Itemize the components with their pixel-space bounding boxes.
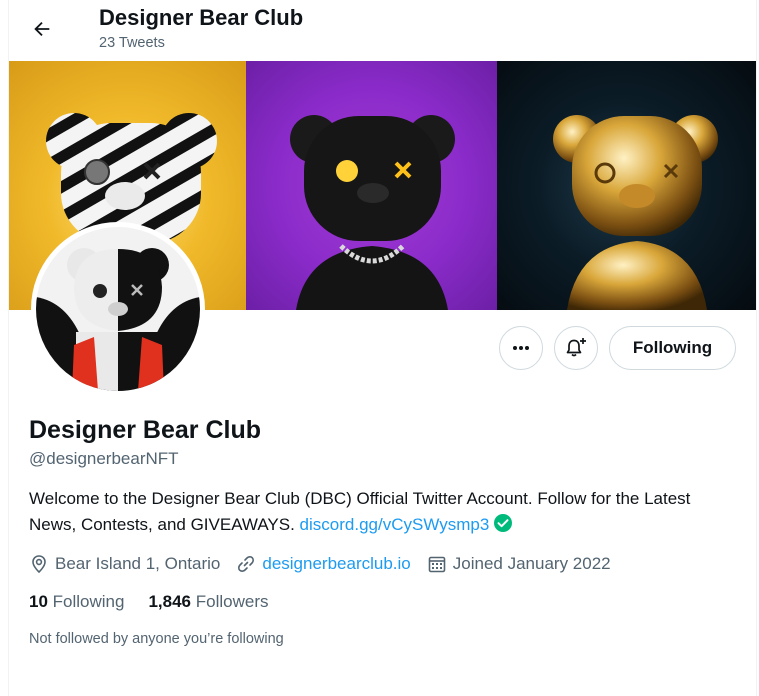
- tweet-count: 23 Tweets: [99, 35, 165, 51]
- bell-plus-icon: [566, 338, 586, 357]
- banner-panel-gold-bear: [497, 61, 756, 310]
- profile-website: designerbearclub.io: [236, 554, 411, 574]
- followers-stat-link[interactable]: 1,846 Followers: [148, 592, 268, 612]
- joined-text: Joined January 2022: [452, 554, 611, 573]
- profile-meta: Bear Island 1, Ontario designerbearclub.…: [29, 551, 627, 577]
- profile-stats: 10 Following 1,846 Followers: [29, 592, 293, 612]
- bio-discord-link[interactable]: discord.gg/vCySWysmp3: [300, 515, 490, 534]
- location-pin-icon: [32, 555, 46, 574]
- following-button[interactable]: Following: [609, 326, 736, 370]
- verified-check-icon: [493, 513, 513, 541]
- notifications-button[interactable]: [554, 326, 598, 370]
- following-stat-link[interactable]: 10 Following: [29, 592, 124, 612]
- profile-bio: Welcome to the Designer Bear Club (DBC) …: [29, 486, 729, 541]
- following-stat-label: Following: [52, 592, 125, 611]
- page-title: Designer Bear Club: [99, 5, 304, 30]
- calendar-icon: [428, 556, 446, 573]
- profile-joined: Joined January 2022: [427, 554, 611, 574]
- profile-name: Designer Bear Club: [29, 416, 262, 444]
- profile-header: Designer Bear Club 23 Tweets: [9, 0, 756, 61]
- followers-stat-label: Followers: [195, 592, 269, 611]
- link-icon: [238, 556, 255, 572]
- arrow-left-icon: [34, 21, 50, 37]
- more-button[interactable]: [499, 326, 543, 370]
- profile-avatar[interactable]: [31, 222, 205, 396]
- followers-count: 1,846: [148, 592, 192, 611]
- location-text: Bear Island 1, Ontario: [55, 554, 221, 573]
- profile-handle: @designerbearNFT: [29, 449, 179, 468]
- followed-by-note: Not followed by anyone you’re following: [29, 631, 284, 647]
- following-count: 10: [29, 592, 48, 611]
- more-dots-icon: [513, 346, 529, 350]
- banner-panel-black-bear: [246, 61, 497, 310]
- website-link[interactable]: designerbearclub.io: [262, 554, 410, 574]
- profile-column: Designer Bear Club 23 Tweets Following D…: [8, 0, 757, 696]
- profile-location: Bear Island 1, Ontario: [29, 554, 220, 574]
- back-button[interactable]: [25, 12, 59, 46]
